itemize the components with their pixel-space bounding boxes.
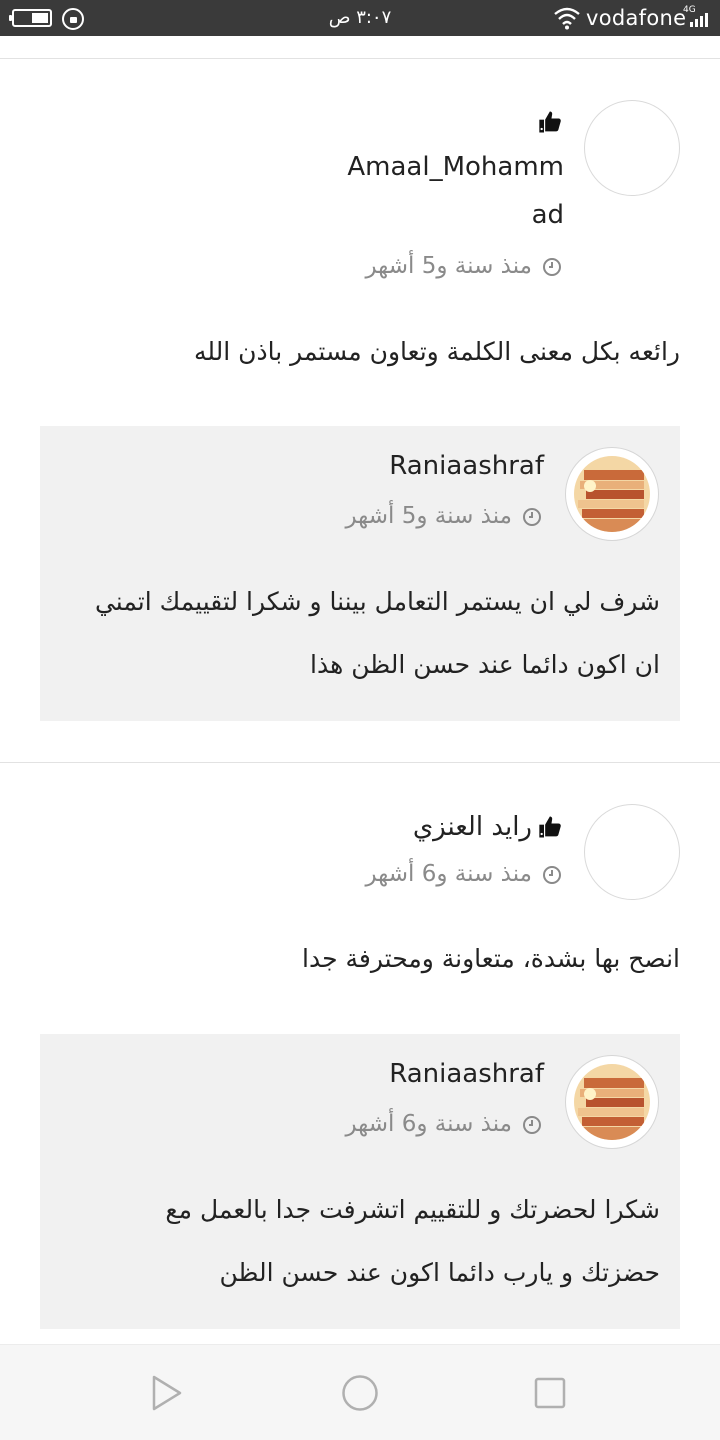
review-text: رائعه بكل معنى الكلمة وتعاون مستمر باذن … <box>193 337 680 366</box>
clock-icon <box>543 865 561 884</box>
reviewer-avatar[interactable] <box>584 100 680 196</box>
square-recents-icon[interactable] <box>530 1373 570 1413</box>
reply-text-line-2: ان اكون دائما عند حسن الظن هذا <box>310 650 660 679</box>
wifi-icon <box>554 7 580 30</box>
reply-text-line-2: حضزتك و يارب دائما اكون عند حسن الظن <box>219 1258 660 1287</box>
seller-avatar[interactable] <box>565 447 659 541</box>
clock-icon <box>543 257 561 276</box>
reply-time: منذ سنة و6 أشهر <box>300 1111 542 1137</box>
signal-icon <box>690 13 712 27</box>
review-time: منذ سنة و6 أشهر <box>330 861 562 887</box>
reply-text-line-1: شرف لي ان يستمر التعامل بيننا و شكرا لتق… <box>94 587 660 616</box>
clock-icon <box>523 1115 541 1134</box>
review-time: منذ سنة و5 أشهر <box>330 253 562 279</box>
thumbs-up-icon <box>539 111 561 133</box>
reply-text-line-1: شكرا لحضرتك و للتقييم اتشرفت جدا بالعمل … <box>165 1195 660 1224</box>
divider <box>0 58 720 59</box>
carrier-name: vodafone <box>586 6 687 30</box>
triangle-back-icon[interactable] <box>146 1373 186 1413</box>
status-bar: ٣:٠٧ ص vodafone 4G <box>0 0 720 36</box>
reviewer-name[interactable]: رايد العنزي <box>300 812 532 842</box>
reviewer-name-continued: ad <box>531 200 564 230</box>
reply-time: منذ سنة و5 أشهر <box>300 503 542 529</box>
reviewer-avatar[interactable] <box>584 804 680 900</box>
clock-icon <box>523 507 541 526</box>
reviewer-name[interactable]: Amaal_Mohamm <box>300 152 564 182</box>
thumbs-up-icon <box>539 816 561 838</box>
seller-avatar[interactable] <box>565 1055 659 1149</box>
circle-home-icon[interactable] <box>340 1373 380 1413</box>
review-text: انصح بها بشدة، متعاونة ومحترفة جدا <box>302 944 680 973</box>
books-image <box>574 456 650 532</box>
books-image <box>574 1064 650 1140</box>
seller-name[interactable]: Raniaashraf <box>300 1059 544 1089</box>
seller-name[interactable]: Raniaashraf <box>300 451 544 481</box>
navigation-bar <box>0 1344 720 1440</box>
divider <box>0 762 720 763</box>
